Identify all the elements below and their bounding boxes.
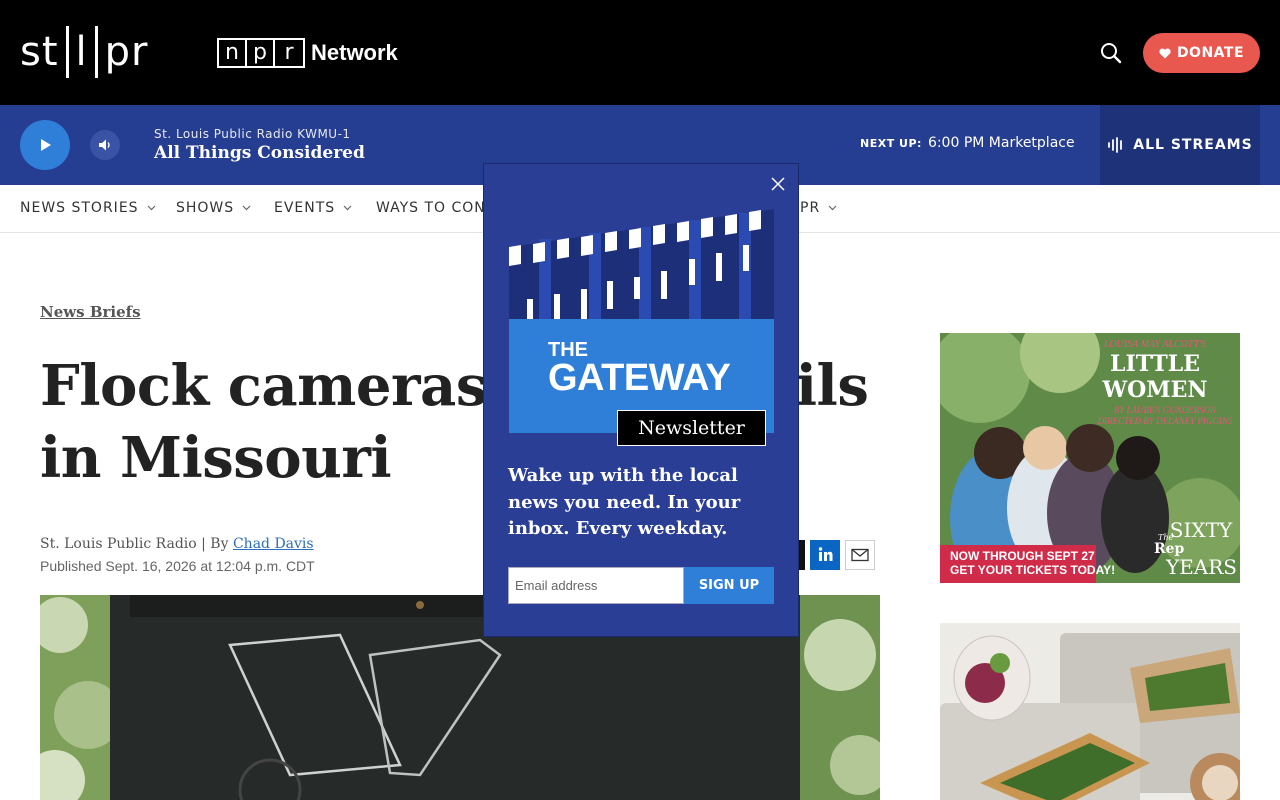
ad-sixty: SIXTY — [1169, 518, 1233, 542]
ad-brand-rep: Rep — [1154, 541, 1185, 557]
published-date: Published Sept. 16, 2026 at 12:04 p.m. C… — [40, 558, 315, 574]
byline: St. Louis Public Radio | By Chad Davis — [40, 536, 314, 552]
nav-label: WAYS TO CONN — [376, 200, 498, 216]
nav-label: NEWS STORIES — [20, 200, 139, 216]
logo-letter: p — [104, 29, 132, 75]
all-streams-label: ALL STREAMS — [1133, 137, 1253, 153]
email-icon — [845, 540, 875, 570]
logo-letter: l — [75, 29, 88, 75]
volume-button[interactable] — [90, 130, 120, 160]
share-linkedin-button[interactable] — [810, 540, 840, 570]
next-up: NEXT UP: 6:00 PM Marketplace — [860, 135, 1075, 151]
newsletter-modal: THE GATEWAY Newsletter Wake up with the … — [483, 163, 799, 637]
heart-icon — [1159, 48, 1171, 58]
chevron-down-icon — [242, 205, 251, 211]
volume-icon — [99, 139, 110, 151]
chevron-down-icon — [147, 205, 155, 211]
ad-credits: BY LAUREN GUNDERSON DIRECTED BY DELANEY … — [1090, 405, 1240, 427]
ad-title: LITTLE WOMEN — [1080, 351, 1230, 403]
npr-network-logo[interactable]: n p r Network — [217, 38, 398, 68]
station-name: St. Louis Public Radio KWMU-1 — [154, 127, 351, 141]
ad-author: LOUISA MAY ALCOTT'S — [1103, 339, 1207, 350]
ad-title-line: WOMEN — [1102, 377, 1208, 403]
stlpr-logo[interactable]: s t l p r — [20, 26, 149, 78]
chevron-down-icon — [828, 205, 837, 211]
donate-button[interactable]: DONATE — [1143, 33, 1260, 73]
all-streams-button[interactable]: ALL STREAMS — [1100, 105, 1260, 185]
ad-cta: NOW THROUGH SEPT 27 GET YOUR TICKETS TOD… — [950, 549, 1115, 577]
ad-title-line: LITTLE — [1110, 351, 1200, 377]
email-field[interactable] — [508, 567, 684, 604]
nav-npr[interactable]: PR — [800, 200, 837, 216]
ad-cta-line: GET YOUR TICKETS TODAY! — [950, 563, 1116, 577]
audio-waves-icon — [1108, 137, 1123, 153]
nav-ways-to-connect[interactable]: WAYS TO CONN — [376, 200, 497, 216]
next-up-label: NEXT UP: — [860, 137, 922, 150]
nav-label: PR — [800, 200, 821, 216]
nav-events[interactable]: EVENTS — [274, 200, 352, 216]
site-header: s t l p r n p r Network DONATE — [0, 0, 1280, 105]
ad-cta-line: NOW THROUGH SEPT 27 — [950, 549, 1095, 563]
search-button[interactable] — [1098, 40, 1124, 66]
npr-letter: r — [284, 40, 294, 65]
logo-letter: s — [20, 29, 42, 75]
newsletter-pitch: Wake up with the local news you need. In… — [508, 465, 741, 539]
nav-news-stories[interactable]: NEWS STORIES — [20, 200, 156, 216]
ad-little-women[interactable]: LOUISA MAY ALCOTT'S LITTLE WOMEN BY LAUR… — [940, 333, 1240, 583]
play-button[interactable] — [20, 120, 70, 170]
logo-letter: t — [41, 29, 59, 75]
nav-label: EVENTS — [274, 200, 336, 216]
play-icon — [41, 139, 51, 151]
article-kicker[interactable]: News Briefs — [40, 303, 141, 321]
close-button[interactable] — [770, 176, 786, 192]
byline-prefix: St. Louis Public Radio | By — [40, 536, 233, 552]
program-title[interactable]: All Things Considered — [154, 143, 365, 163]
nav-label: SHOWS — [176, 200, 235, 216]
ad-credit: BY LAUREN GUNDERSON — [1113, 405, 1217, 415]
network-label: Network — [311, 40, 398, 65]
ad-food[interactable] — [940, 623, 1240, 800]
close-icon — [771, 177, 785, 191]
nav-shows[interactable]: SHOWS — [176, 200, 251, 216]
ad-brand: SIXTY The Rep YEARS — [1154, 518, 1238, 581]
npr-letter: p — [247, 40, 275, 66]
logo-divider — [94, 26, 98, 78]
linkedin-icon — [810, 540, 840, 570]
sign-up-button[interactable]: SIGN UP — [684, 567, 774, 604]
npr-logo: n p r — [217, 38, 305, 68]
next-up-value: 6:00 PM Marketplace — [927, 135, 1075, 151]
ad-credit: DIRECTED BY DELANEY PIGGINS — [1097, 416, 1233, 426]
search-icon — [1101, 43, 1122, 64]
author-link[interactable]: Chad Davis — [233, 536, 314, 552]
logo-letter: r — [131, 29, 149, 75]
logo-divider — [65, 26, 69, 78]
newsletter-badge: Newsletter — [617, 410, 766, 446]
ad-years: YEARS — [1166, 555, 1238, 579]
newsletter-gateway: GATEWAY — [548, 357, 731, 399]
food-ad-photo — [940, 623, 1240, 800]
chevron-down-icon — [343, 205, 352, 211]
npr-letter: n — [219, 40, 247, 66]
donate-label: DONATE — [1176, 45, 1245, 61]
share-email-button[interactable] — [845, 540, 875, 570]
